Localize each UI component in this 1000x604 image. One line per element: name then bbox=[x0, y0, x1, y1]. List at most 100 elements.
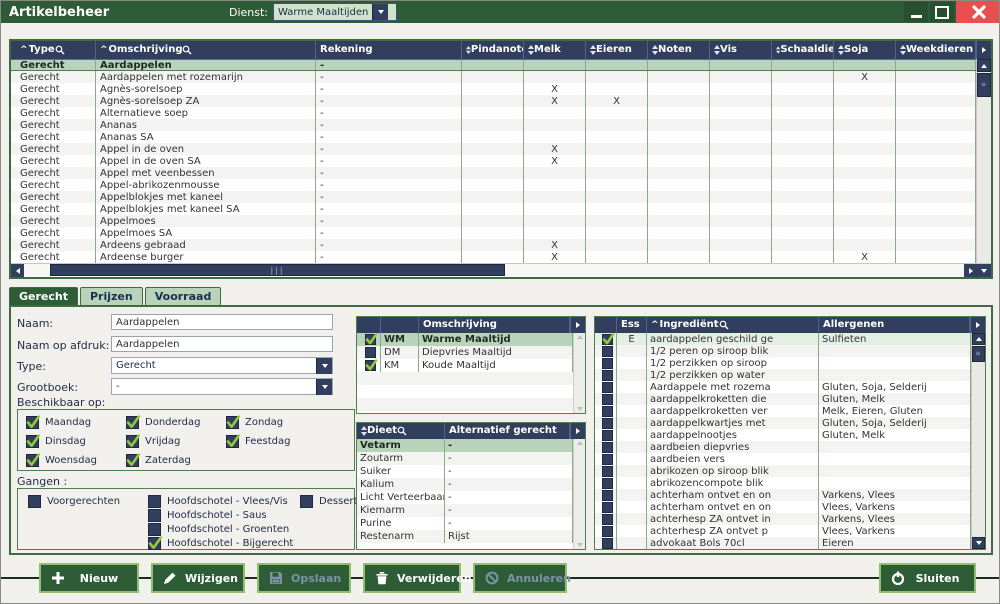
tab-voorraad[interactable]: Voorraad bbox=[145, 287, 222, 306]
ingredient-row[interactable]: aardappelkroketten dieGluten, Melk bbox=[595, 393, 971, 405]
ingredient-row[interactable]: achterham ontvet en onVlees, Varkens bbox=[595, 501, 971, 513]
checkbox[interactable] bbox=[28, 495, 41, 508]
ingredient-row[interactable]: achterhesp ZA ontvet inVarkens, Vlees bbox=[595, 513, 971, 525]
dieet-scrollbar[interactable] bbox=[573, 439, 585, 549]
checkbox[interactable] bbox=[126, 416, 139, 429]
day-feestdag[interactable]: Feestdag bbox=[226, 435, 290, 448]
column-header-omschrijving[interactable]: ^Omschrijving bbox=[96, 41, 316, 59]
table-row[interactable]: GerechtAardappelen- bbox=[11, 59, 976, 71]
checkbox[interactable] bbox=[226, 416, 239, 429]
table-row[interactable]: GerechtAnanas- bbox=[11, 119, 976, 131]
ingredient-row[interactable]: 1/2 peren op siroop blik bbox=[595, 345, 971, 357]
sluiten-button[interactable]: Sluiten bbox=[879, 563, 976, 593]
table-row[interactable]: GerechtAardappelen met rozemarijn-X bbox=[11, 71, 976, 83]
checkbox[interactable] bbox=[602, 454, 613, 465]
wijzigen-button[interactable]: Wijzigen bbox=[151, 563, 245, 593]
column-header-pindanoten[interactable]: Pindanoten bbox=[462, 41, 524, 59]
checkbox[interactable] bbox=[300, 495, 313, 508]
checkbox[interactable] bbox=[365, 334, 376, 345]
maaltijd-scrollbar[interactable] bbox=[573, 333, 585, 413]
checkbox[interactable] bbox=[602, 370, 613, 381]
checkbox[interactable] bbox=[602, 346, 613, 357]
maaltijd-row[interactable]: KMKoude Maaltijd bbox=[357, 359, 585, 372]
checkbox[interactable] bbox=[602, 538, 613, 549]
table-row[interactable]: GerechtAppelblokjes met kaneel SA- bbox=[11, 203, 976, 215]
table-row[interactable]: GerechtAppel-abrikozenmousse- bbox=[11, 179, 976, 191]
tab-gerecht[interactable]: Gerecht bbox=[9, 287, 78, 306]
ingredient-row[interactable]: abrikozen op siroop blik bbox=[595, 465, 971, 477]
checkbox[interactable] bbox=[602, 334, 613, 345]
table-row[interactable]: GerechtArdeens gebraad-X bbox=[11, 239, 976, 251]
scroll-down-icon[interactable] bbox=[577, 407, 583, 411]
table-row[interactable]: GerechtAppelmoes SA- bbox=[11, 227, 976, 239]
annuleren-button[interactable]: Annuleren bbox=[473, 563, 567, 593]
checkbox[interactable] bbox=[602, 394, 613, 405]
chevron-down-icon[interactable] bbox=[372, 4, 388, 20]
scroll-thumb[interactable]: ≡ bbox=[972, 346, 985, 362]
table-row[interactable]: GerechtAlternatieve soep- bbox=[11, 107, 976, 119]
day-zaterdag[interactable]: Zaterdag bbox=[126, 454, 191, 467]
scroll-up-icon[interactable] bbox=[972, 333, 985, 345]
grootboek-select[interactable]: - bbox=[111, 378, 333, 395]
day-donderdag[interactable]: Donderdag bbox=[126, 416, 200, 429]
scroll-up-icon[interactable] bbox=[577, 335, 583, 339]
column-options-button[interactable] bbox=[570, 317, 585, 333]
hscroll-thumb[interactable]: ||| bbox=[50, 264, 505, 276]
column-header-type[interactable]: ^Type bbox=[16, 41, 96, 59]
gang-dessert[interactable]: Dessert bbox=[300, 495, 357, 508]
ingredient-row[interactable]: aardbeien vers bbox=[595, 453, 971, 465]
ingredient-row[interactable]: Eaardappelen geschild geSulfieten bbox=[595, 333, 971, 345]
day-vrijdag[interactable]: Vrijdag bbox=[126, 435, 180, 448]
ingredient-row[interactable]: achterham ontvet en onVarkens, Vlees bbox=[595, 489, 971, 501]
articles-vertical-scrollbar[interactable]: ≡ bbox=[976, 59, 991, 263]
type-select[interactable]: Gerecht bbox=[111, 357, 333, 374]
checkbox[interactable] bbox=[148, 495, 161, 508]
naam-input[interactable] bbox=[111, 314, 333, 330]
dieet-row[interactable]: Kiemarm- bbox=[357, 504, 585, 517]
checkbox[interactable] bbox=[26, 454, 39, 467]
checkbox[interactable] bbox=[226, 435, 239, 448]
ingredient-row[interactable]: 1/2 perzikken op siroop bbox=[595, 357, 971, 369]
maaltijd-row[interactable]: DMDiepvries Maaltijd bbox=[357, 346, 585, 359]
checkbox[interactable] bbox=[602, 478, 613, 489]
scroll-up-icon[interactable] bbox=[977, 59, 991, 72]
column-options-button[interactable] bbox=[570, 423, 585, 439]
gang-hoofdschotel-vlees-vis[interactable]: Hoofdschotel - Vlees/Vis bbox=[148, 495, 288, 508]
table-row[interactable]: GerechtAppelblokjes met kaneel- bbox=[11, 191, 976, 203]
scroll-down-icon[interactable] bbox=[577, 543, 583, 547]
checkbox[interactable] bbox=[602, 514, 613, 525]
checkbox[interactable] bbox=[602, 382, 613, 393]
dieet-row[interactable]: Purine- bbox=[357, 517, 585, 530]
checkbox[interactable] bbox=[602, 526, 613, 537]
checkbox[interactable] bbox=[365, 360, 376, 371]
table-row[interactable]: GerechtAgnès-sorelsoep ZA-XX bbox=[11, 95, 976, 107]
column-header-schaaldieren[interactable]: Schaaldieren bbox=[772, 41, 834, 59]
maaltijd-omschrijving-column[interactable]: Omschrijving bbox=[419, 317, 570, 333]
naam-op-afdruk-input[interactable] bbox=[111, 336, 333, 352]
ingredient-row[interactable]: achterhesp ZA ontvet pVlees, Varkens bbox=[595, 525, 971, 537]
checkbox[interactable] bbox=[602, 406, 613, 417]
ingredient-row[interactable]: aardbeien diepvries bbox=[595, 441, 971, 453]
scroll-down-icon[interactable] bbox=[977, 264, 991, 277]
column-header-weekdieren[interactable]: Weekdieren bbox=[896, 41, 976, 59]
table-row[interactable]: GerechtAppel met veenbessen- bbox=[11, 167, 976, 179]
table-row[interactable]: GerechtAppel in de oven SA-X bbox=[11, 155, 976, 167]
column-options-button[interactable] bbox=[970, 317, 985, 333]
ingredient-row[interactable]: advokaat Bols 70clEieren bbox=[595, 537, 971, 549]
ingredient-row[interactable]: aardappelkwartjes metGluten, Soja, Selde… bbox=[595, 417, 971, 429]
articles-horizontal-scrollbar[interactable]: ||| bbox=[11, 263, 991, 277]
dieet-row[interactable]: Vetarm- bbox=[357, 439, 585, 452]
dieet-row[interactable]: RestenarmRijst bbox=[357, 530, 585, 543]
day-maandag[interactable]: Maandag bbox=[26, 416, 91, 429]
checkbox[interactable] bbox=[602, 466, 613, 477]
dieet-row[interactable]: Kalium- bbox=[357, 478, 585, 491]
chevron-down-icon[interactable] bbox=[316, 358, 332, 374]
table-row[interactable]: GerechtAppel in de oven-X bbox=[11, 143, 976, 155]
checkbox[interactable] bbox=[602, 418, 613, 429]
day-zondag[interactable]: Zondag bbox=[226, 416, 283, 429]
column-header-melk[interactable]: Melk bbox=[524, 41, 586, 59]
ingredient-row[interactable]: abrikozencompote blik bbox=[595, 477, 971, 489]
allergenen-column-header[interactable]: Allergenen bbox=[819, 317, 970, 333]
column-header-noten[interactable]: Noten bbox=[648, 41, 710, 59]
gang-hoofdschotel-bijgerecht[interactable]: Hoofdschotel - Bijgerecht bbox=[148, 537, 293, 550]
